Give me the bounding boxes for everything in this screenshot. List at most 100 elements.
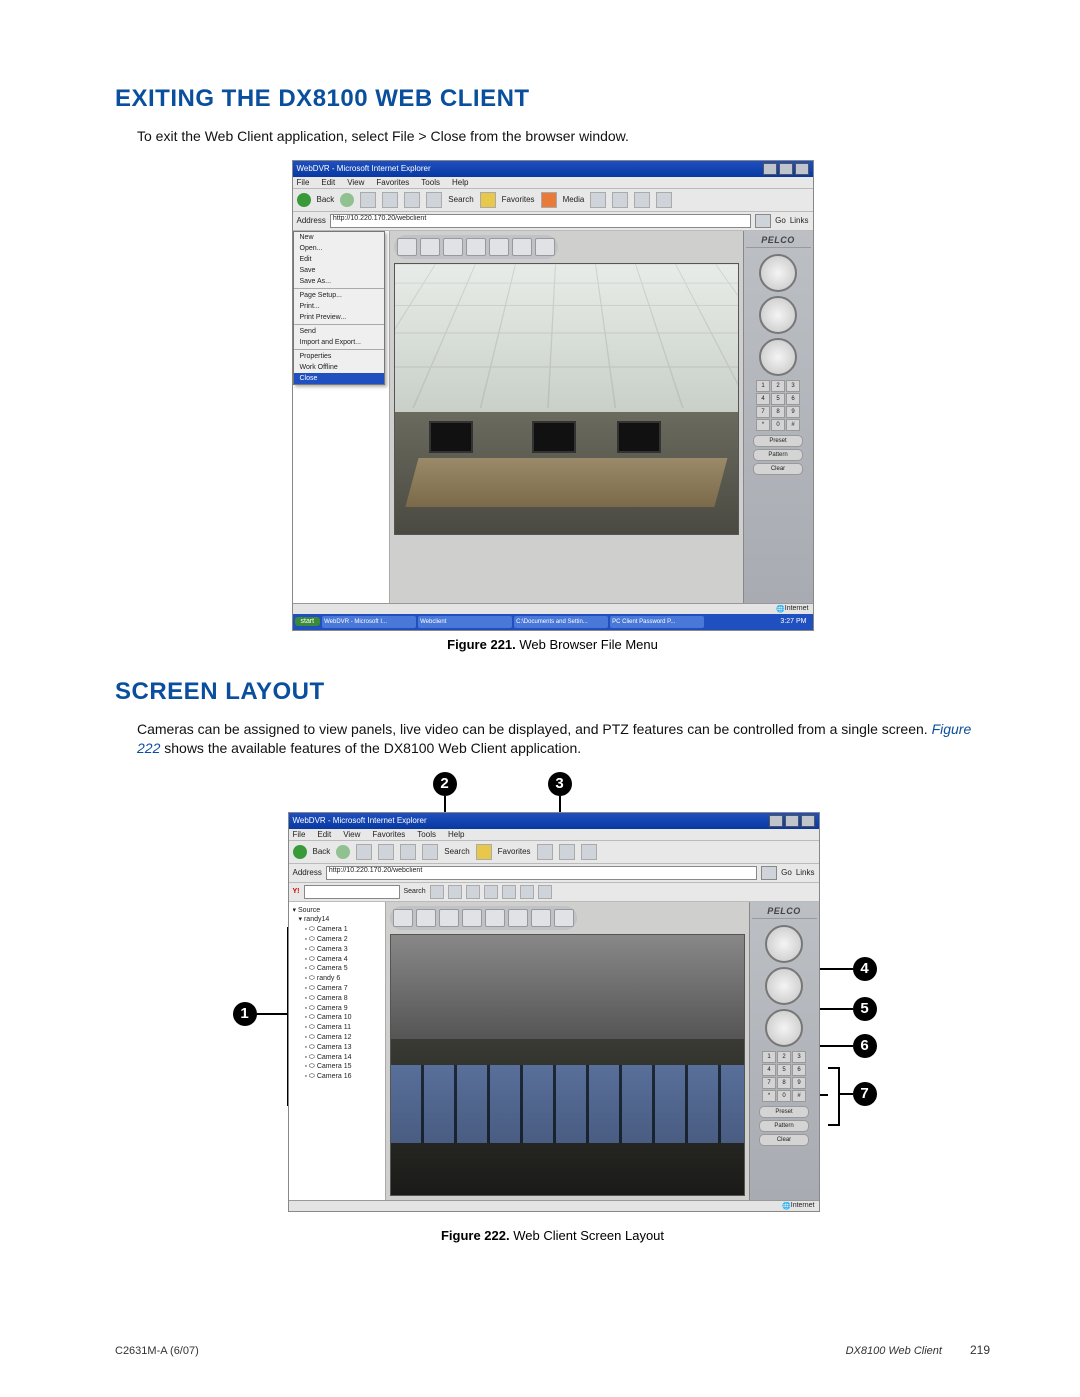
keypad-key[interactable]: 2 <box>777 1051 791 1063</box>
back-icon[interactable] <box>297 193 311 207</box>
keypad-key[interactable]: # <box>792 1090 806 1102</box>
address-input[interactable]: http://10.220.170.20/webclient <box>330 214 751 228</box>
taskbar-item[interactable]: C:\Documents and Settin... <box>514 616 608 628</box>
video-view[interactable] <box>394 263 739 535</box>
file-menu-item[interactable]: Print Preview... <box>294 312 384 323</box>
toolbar-icon[interactable] <box>502 885 516 899</box>
file-menu-item[interactable]: Work Offline <box>294 362 384 373</box>
file-menu-item[interactable]: Open... <box>294 243 384 254</box>
layout-button[interactable] <box>462 909 482 927</box>
search-icon[interactable] <box>422 844 438 860</box>
layout-button[interactable] <box>554 909 574 927</box>
keypad-key[interactable]: 9 <box>792 1077 806 1089</box>
maximize-icon[interactable] <box>785 815 799 827</box>
keypad-key[interactable]: 0 <box>777 1090 791 1102</box>
close-icon[interactable] <box>795 163 809 175</box>
tree-item[interactable]: ▫ ⬭ Camera 9 <box>293 1004 383 1014</box>
ptz-zoom-control[interactable] <box>759 296 797 334</box>
menu-view[interactable]: View <box>347 178 364 187</box>
pattern-button[interactable]: Pattern <box>753 449 803 461</box>
favorites-icon[interactable] <box>476 844 492 860</box>
keypad-key[interactable]: 8 <box>771 406 785 418</box>
menu-help[interactable]: Help <box>448 830 464 839</box>
menu-file[interactable]: File <box>297 178 310 187</box>
tree-item[interactable]: ▫ ⬭ Camera 16 <box>293 1072 383 1082</box>
toolbar-icon[interactable] <box>448 885 462 899</box>
start-button[interactable]: start <box>295 617 321 626</box>
menu-file[interactable]: File <box>293 830 306 839</box>
tree-item[interactable]: ▫ ⬭ Camera 11 <box>293 1023 383 1033</box>
layout-button[interactable] <box>485 909 505 927</box>
keypad-key[interactable]: 3 <box>792 1051 806 1063</box>
keypad-key[interactable]: 2 <box>771 380 785 392</box>
close-icon[interactable] <box>801 815 815 827</box>
file-menu-item[interactable]: Properties <box>294 351 384 362</box>
keypad-key[interactable]: 0 <box>771 419 785 431</box>
menu-favorites[interactable]: Favorites <box>376 178 409 187</box>
clear-button[interactable]: Clear <box>759 1134 809 1146</box>
ptz-pan-control[interactable] <box>765 925 803 963</box>
file-menu-close[interactable]: Close <box>294 373 384 384</box>
mail-icon[interactable] <box>612 192 628 208</box>
ptz-focus-control[interactable] <box>765 1009 803 1047</box>
tree-item[interactable]: ▫ ⬭ Camera 1 <box>293 925 383 935</box>
keypad-key[interactable]: 6 <box>786 393 800 405</box>
layout-button[interactable] <box>508 909 528 927</box>
menu-favorites[interactable]: Favorites <box>372 830 405 839</box>
tree-item[interactable]: ▫ ⬭ Camera 5 <box>293 964 383 974</box>
tree-item[interactable]: ▫ ⬭ Camera 14 <box>293 1053 383 1063</box>
file-menu-item[interactable]: Print... <box>294 301 384 312</box>
favorites-icon[interactable] <box>480 192 496 208</box>
layout-button[interactable] <box>512 238 532 256</box>
keypad-key[interactable]: 6 <box>792 1064 806 1076</box>
media-icon[interactable] <box>541 192 557 208</box>
taskbar-item[interactable]: WebDVR - Microsoft I... <box>322 616 416 628</box>
clear-button[interactable]: Clear <box>753 463 803 475</box>
keypad-key[interactable]: 5 <box>771 393 785 405</box>
toolbar-icon[interactable] <box>466 885 480 899</box>
print-icon[interactable] <box>581 844 597 860</box>
tree-root[interactable]: ▾ Source <box>293 906 383 916</box>
tree-item[interactable]: ▫ ⬭ Camera 12 <box>293 1033 383 1043</box>
layout-button[interactable] <box>416 909 436 927</box>
file-menu-item[interactable]: Page Setup... <box>294 290 384 301</box>
keypad-key[interactable]: * <box>756 419 770 431</box>
tree-item[interactable]: ▫ ⬭ Camera 15 <box>293 1062 383 1072</box>
history-icon[interactable] <box>537 844 553 860</box>
ptz-zoom-control[interactable] <box>765 967 803 1005</box>
keypad-key[interactable]: 3 <box>786 380 800 392</box>
layout-button[interactable] <box>420 238 440 256</box>
menu-edit[interactable]: Edit <box>317 830 331 839</box>
file-menu-item[interactable]: Send <box>294 326 384 337</box>
keypad-key[interactable]: 5 <box>777 1064 791 1076</box>
tree-item[interactable]: ▫ ⬭ Camera 8 <box>293 994 383 1004</box>
minimize-icon[interactable] <box>769 815 783 827</box>
toolbar-icon[interactable] <box>430 885 444 899</box>
keypad-key[interactable]: 4 <box>756 393 770 405</box>
forward-icon[interactable] <box>336 845 350 859</box>
home-icon[interactable] <box>404 192 420 208</box>
ptz-pan-control[interactable] <box>759 254 797 292</box>
yahoo-search-input[interactable] <box>304 885 400 899</box>
go-button[interactable] <box>755 214 771 228</box>
file-menu-item[interactable]: New <box>294 232 384 243</box>
file-menu-item[interactable]: Save As... <box>294 276 384 287</box>
keypad-key[interactable]: 9 <box>786 406 800 418</box>
preset-button[interactable]: Preset <box>753 435 803 447</box>
keypad-key[interactable]: 8 <box>777 1077 791 1089</box>
tree-item[interactable]: ▫ ⬭ Camera 10 <box>293 1013 383 1023</box>
menu-tools[interactable]: Tools <box>421 178 440 187</box>
toolbar-icon[interactable] <box>484 885 498 899</box>
tree-item[interactable]: ▫ ⬭ randy 6 <box>293 974 383 984</box>
stop-icon[interactable] <box>356 844 372 860</box>
video-view[interactable] <box>390 934 745 1196</box>
toolbar-icon[interactable] <box>520 885 534 899</box>
keypad-key[interactable]: 7 <box>762 1077 776 1089</box>
preset-button[interactable]: Preset <box>759 1106 809 1118</box>
layout-button[interactable] <box>489 238 509 256</box>
address-input[interactable]: http://10.220.170.20/webclient <box>326 866 757 880</box>
layout-button[interactable] <box>466 238 486 256</box>
history-icon[interactable] <box>590 192 606 208</box>
maximize-icon[interactable] <box>779 163 793 175</box>
edit-icon[interactable] <box>656 192 672 208</box>
